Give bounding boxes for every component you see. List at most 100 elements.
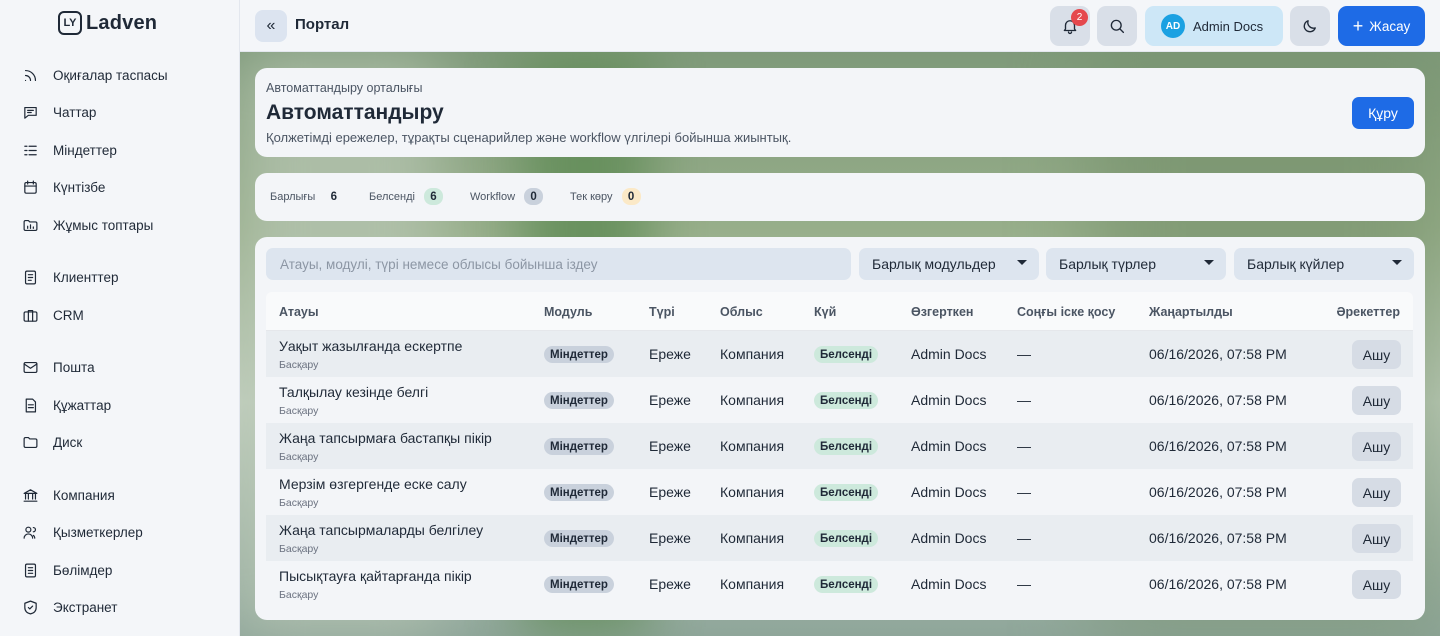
rule-category: Басқару xyxy=(279,405,319,417)
rule-category: Басқару xyxy=(279,543,319,555)
stats-card: Барлығы 6 Белсенді 6 Workflow 0 Тек көру… xyxy=(255,173,1425,221)
rule-name[interactable]: Пысықтауға қайтарғанда пікір xyxy=(279,568,472,584)
rule-name[interactable]: Уақыт жазылғанда ескертпе xyxy=(279,338,462,354)
rule-name[interactable]: Жаңа тапсырмаларды белгілеу xyxy=(279,522,483,538)
table-row[interactable]: Пысықтауға қайтарғанда пікір Басқару Мінде… xyxy=(266,561,1413,607)
sidebar-item-3[interactable]: Міндеттер xyxy=(22,136,117,164)
module-filter-select[interactable]: Барлық модульдер xyxy=(859,248,1039,280)
sidebar-item-11[interactable]: Компания xyxy=(22,481,115,509)
theme-toggle-button[interactable] xyxy=(1290,6,1330,46)
stat-workflow[interactable]: Workflow 0 xyxy=(470,188,544,205)
notifications-button[interactable]: 2 xyxy=(1050,6,1090,46)
departments-icon xyxy=(24,563,37,577)
open-button[interactable]: Ашу xyxy=(1352,478,1401,507)
open-button[interactable]: Ашу xyxy=(1352,570,1401,599)
sidebar-item-7[interactable]: CRM xyxy=(22,301,84,329)
sidebar-item-9[interactable]: Құжаттар xyxy=(22,391,111,419)
stat-label: Workflow xyxy=(470,190,516,203)
section-title: Автоматтандыру xyxy=(266,101,444,124)
column-header-type[interactable]: Түрі xyxy=(649,305,675,319)
sidebar-item-label: Компания xyxy=(53,487,115,503)
chevron-down-icon xyxy=(1017,260,1027,265)
stat-count: 6 xyxy=(324,188,344,205)
sidebar-item-6[interactable]: Клиенттер xyxy=(22,263,118,291)
table-row[interactable]: Жаңа тапсырмаларды белгілеу Басқару Міндет… xyxy=(266,515,1413,561)
user-menu-button[interactable]: AD Admin Docs xyxy=(1145,6,1283,46)
table-row[interactable]: Уақыт жазылғанда ескертпе Басқару Міндетте… xyxy=(266,331,1413,377)
column-header-scope[interactable]: Облыс xyxy=(720,305,763,319)
table-row[interactable]: Жаңа тапсырмаға бастапқы пікір Басқару Мін… xyxy=(266,423,1413,469)
rule-scope: Компания xyxy=(720,576,785,592)
logo-mark-icon: LY xyxy=(58,11,82,35)
stat-label: Барлығы xyxy=(270,190,316,203)
modified-by: Admin Docs xyxy=(911,346,987,362)
rule-type: Ереже xyxy=(649,530,691,546)
stat-active[interactable]: Белсенді 6 xyxy=(369,188,443,205)
build-button[interactable]: Құру xyxy=(1352,97,1414,129)
rule-type: Ереже xyxy=(649,484,691,500)
mail-icon xyxy=(23,361,38,373)
create-button-label: Жасау xyxy=(1369,18,1411,34)
status-badge: Белсенді xyxy=(814,576,879,593)
sidebar-item-13[interactable]: Бөлімдер xyxy=(22,556,112,584)
search-input[interactable] xyxy=(266,248,851,280)
avatar: AD xyxy=(1161,14,1185,38)
column-header-last-run[interactable]: Соңғы іске қосу xyxy=(1017,305,1115,319)
table-row[interactable]: Талқылау кезінде белгі Басқару Міндеттер Ер… xyxy=(266,377,1413,423)
users-icon xyxy=(23,526,37,539)
table-row[interactable]: Мерзім өзгергенде еске салу Басқару Міндет… xyxy=(266,469,1413,515)
sidebar-item-1[interactable]: Оқиғалар таспасы xyxy=(22,61,168,89)
sidebar-item-10[interactable]: Диск xyxy=(22,428,82,456)
table-body: Уақыт жазылғанда ескертпе Басқару Міндетте… xyxy=(266,331,1413,607)
state-filter-select[interactable]: Барлық күйлер xyxy=(1234,248,1414,280)
type-filter-select[interactable]: Барлық түрлер xyxy=(1046,248,1226,280)
sidebar-item-8[interactable]: Пошта xyxy=(22,353,95,381)
sidebar-item-2[interactable]: Чаттар xyxy=(22,98,96,126)
column-header-module[interactable]: Модуль xyxy=(544,305,592,319)
sidebar-item-label: Бөлімдер xyxy=(53,562,113,578)
rule-name[interactable]: Талқылау кезінде белгі xyxy=(279,384,428,400)
sidebar-item-12[interactable]: Қызметкерлер xyxy=(22,518,143,546)
folder-icon xyxy=(23,219,38,231)
create-button[interactable]: + Жасау xyxy=(1338,6,1425,46)
sidebar-item-label: Чаттар xyxy=(53,104,97,120)
open-button[interactable]: Ашу xyxy=(1352,432,1401,461)
updated-at: 06/16/2026, 07:58 PM xyxy=(1149,576,1287,592)
rule-category: Басқару xyxy=(279,497,319,509)
open-button[interactable]: Ашу xyxy=(1352,524,1401,553)
stat-readonly[interactable]: Тек көру 0 xyxy=(570,188,641,205)
sidebar-item-14[interactable]: Экстранет xyxy=(22,593,117,621)
column-header-modified-by[interactable]: Өзгерткен xyxy=(911,305,973,319)
open-button[interactable]: Ашу xyxy=(1352,386,1401,415)
column-header-name[interactable]: Атауы xyxy=(279,305,319,319)
notifications-badge: 2 xyxy=(1071,9,1088,26)
sidebar-item-label: Оқиғалар таспасы xyxy=(53,67,168,83)
stat-label: Белсенді xyxy=(369,190,415,203)
last-run: — xyxy=(1017,530,1031,546)
document-icon xyxy=(25,398,37,412)
updated-at: 06/16/2026, 07:58 PM xyxy=(1149,484,1287,500)
stat-total[interactable]: Барлығы 6 xyxy=(270,188,344,205)
status-badge: Белсенді xyxy=(814,438,879,455)
rule-name[interactable]: Мерзім өзгергенде еске салу xyxy=(279,476,467,492)
table-header: Атауы Модуль Түрі Облыс Күй Өзгерткен Со… xyxy=(266,292,1413,331)
sidebar-item-label: Пошта xyxy=(53,359,95,375)
shield-icon xyxy=(24,600,37,614)
column-header-updated[interactable]: Жаңартылды xyxy=(1149,305,1233,319)
rule-name[interactable]: Жаңа тапсырмаға бастапқы пікір xyxy=(279,430,492,446)
rules-table-card: Барлық модульдер Барлық түрлер Барлық кү… xyxy=(255,237,1425,620)
open-button[interactable]: Ашу xyxy=(1352,340,1401,369)
breadcrumb: Автоматтандыру орталығы xyxy=(266,81,423,95)
last-run: — xyxy=(1017,392,1031,408)
sidebar-item-5[interactable]: Жұмыс топтары xyxy=(22,211,153,239)
column-header-state[interactable]: Күй xyxy=(814,305,836,319)
app-logo[interactable]: LY Ladven xyxy=(58,11,157,35)
status-badge: Белсенді xyxy=(814,530,879,547)
search-button[interactable] xyxy=(1097,6,1137,46)
stat-count: 0 xyxy=(524,188,544,205)
stat-label: Тек көру xyxy=(570,190,613,203)
module-badge: Міндеттер xyxy=(544,530,614,547)
rule-scope: Компания xyxy=(720,484,785,500)
collapse-sidebar-button[interactable]: « xyxy=(255,10,287,42)
sidebar-item-4[interactable]: Күнтізбе xyxy=(22,173,105,201)
